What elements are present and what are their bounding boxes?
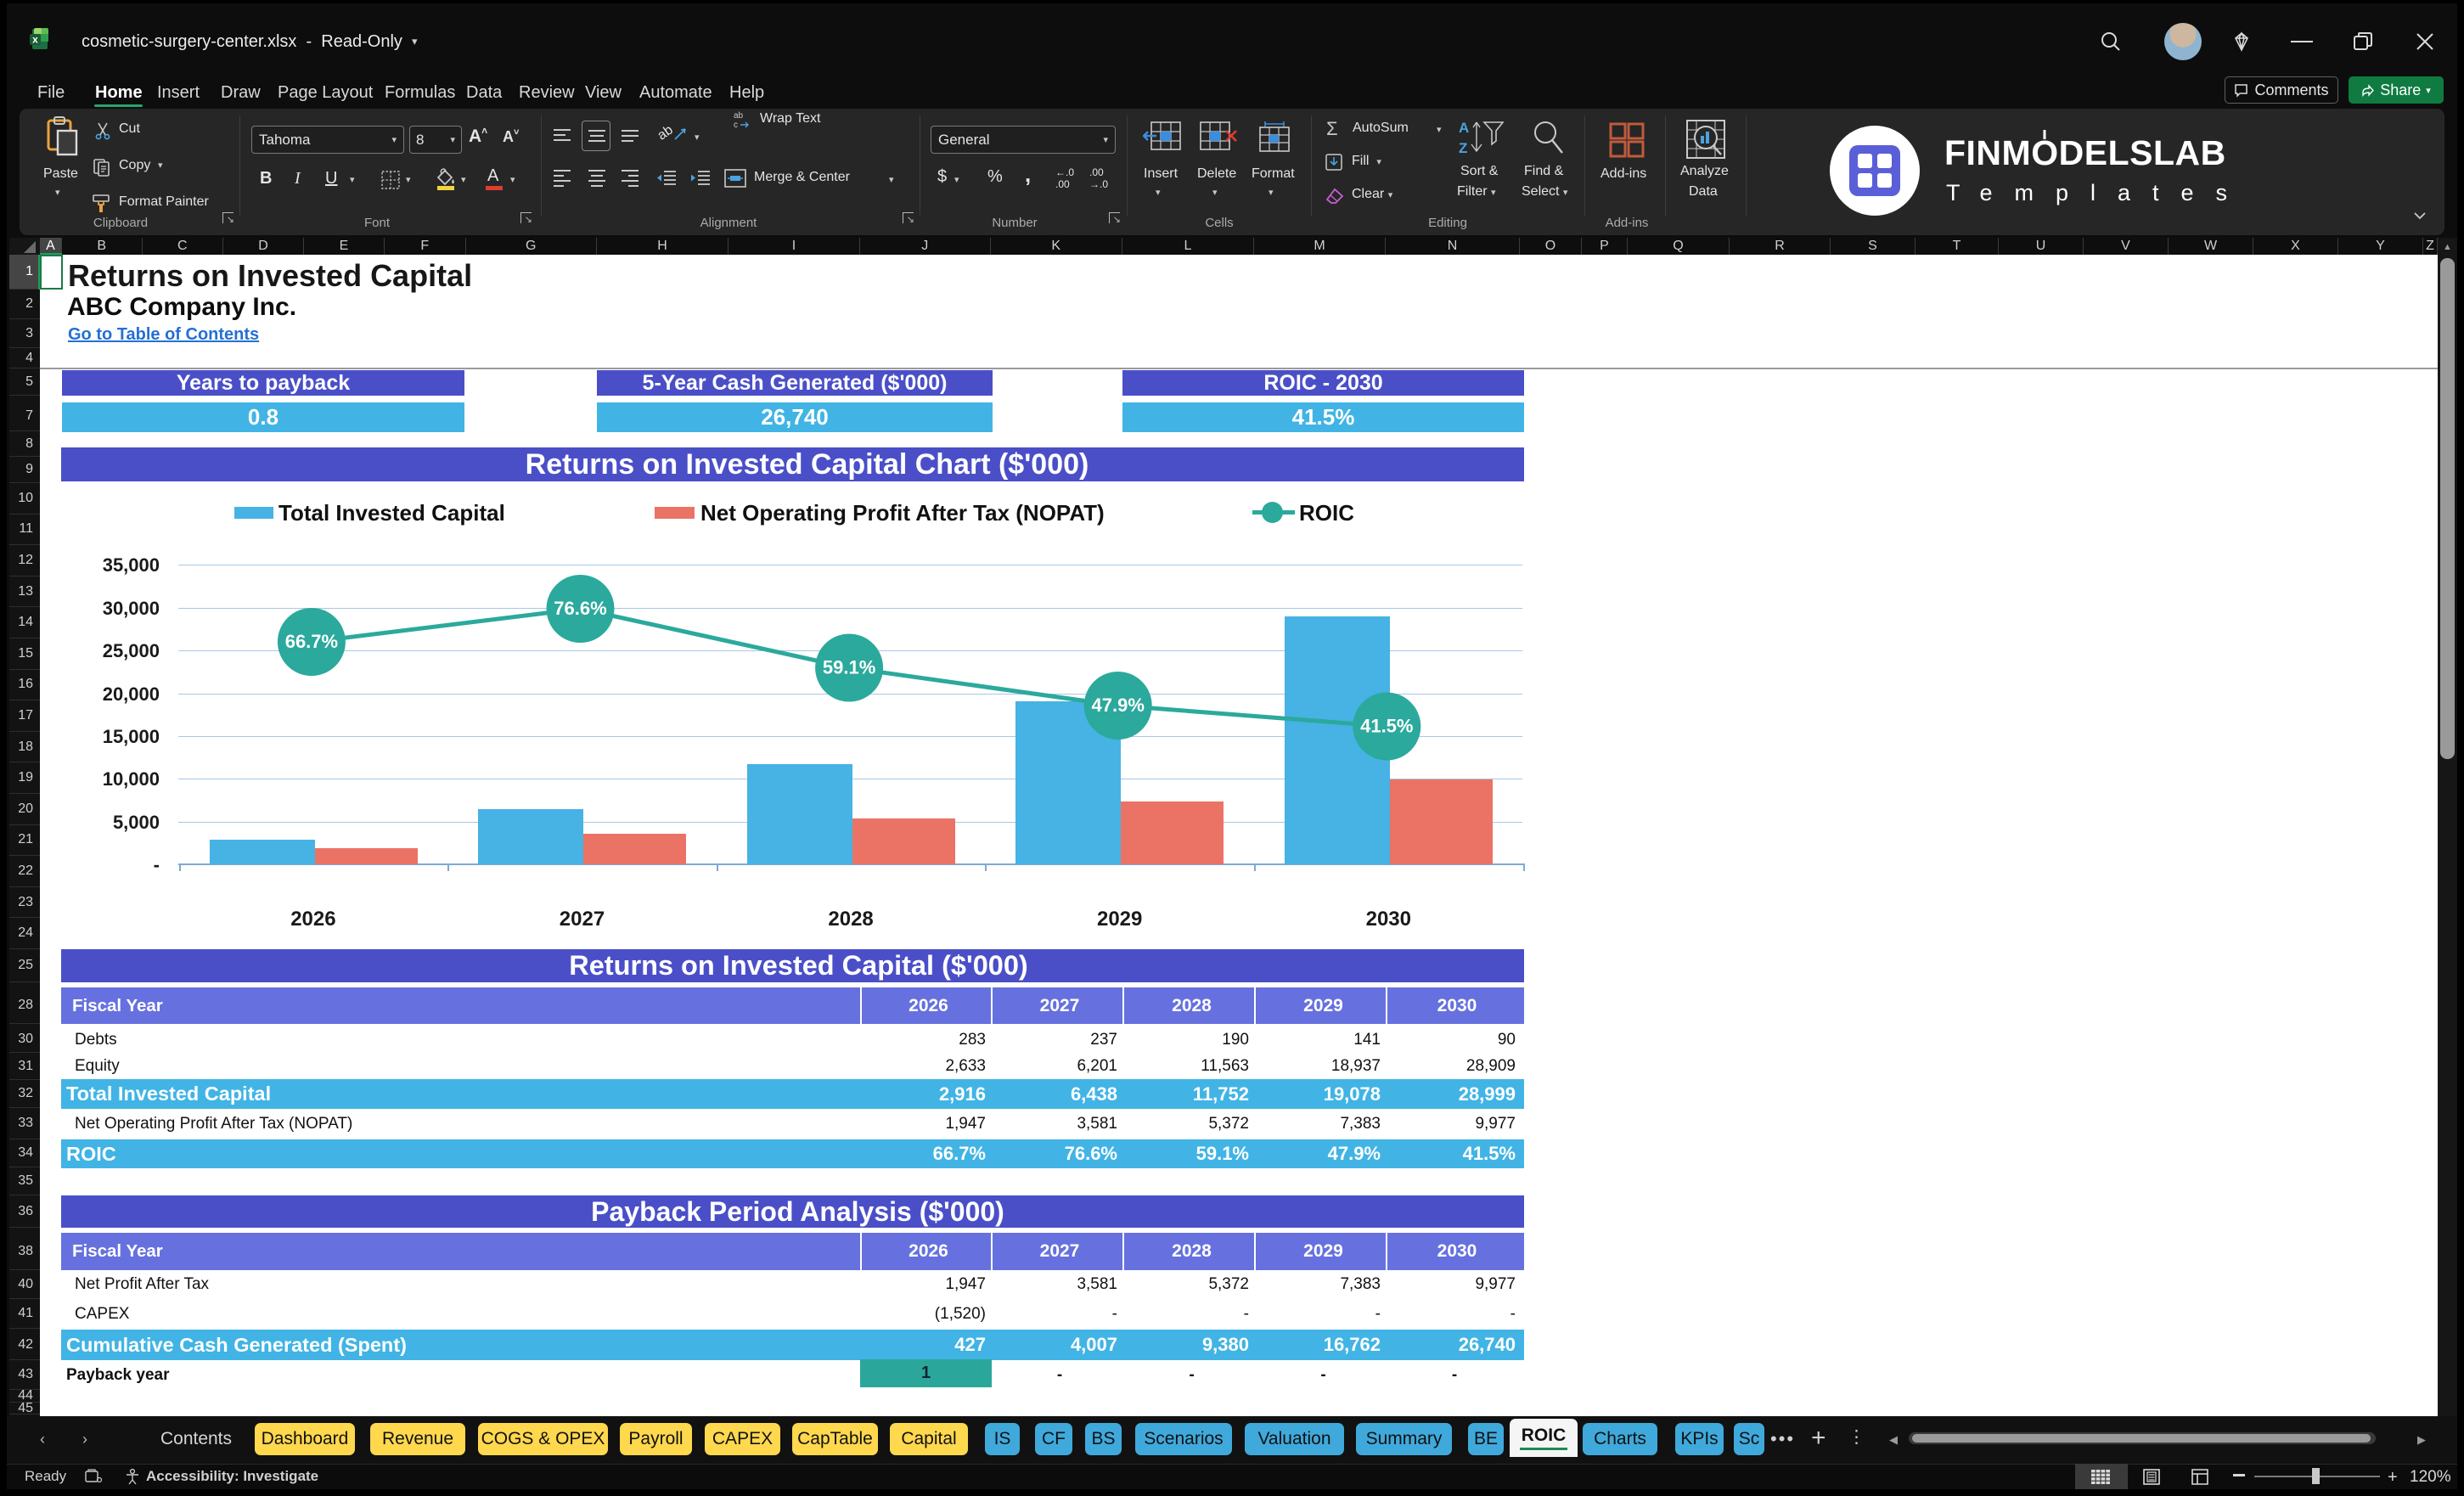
svg-text:59.1%: 59.1% — [823, 657, 875, 678]
svg-text:66.7%: 66.7% — [285, 631, 338, 652]
svg-text:41.5%: 41.5% — [1360, 716, 1413, 737]
svg-text:76.6%: 76.6% — [554, 598, 606, 619]
svg-text:47.9%: 47.9% — [1092, 695, 1145, 716]
